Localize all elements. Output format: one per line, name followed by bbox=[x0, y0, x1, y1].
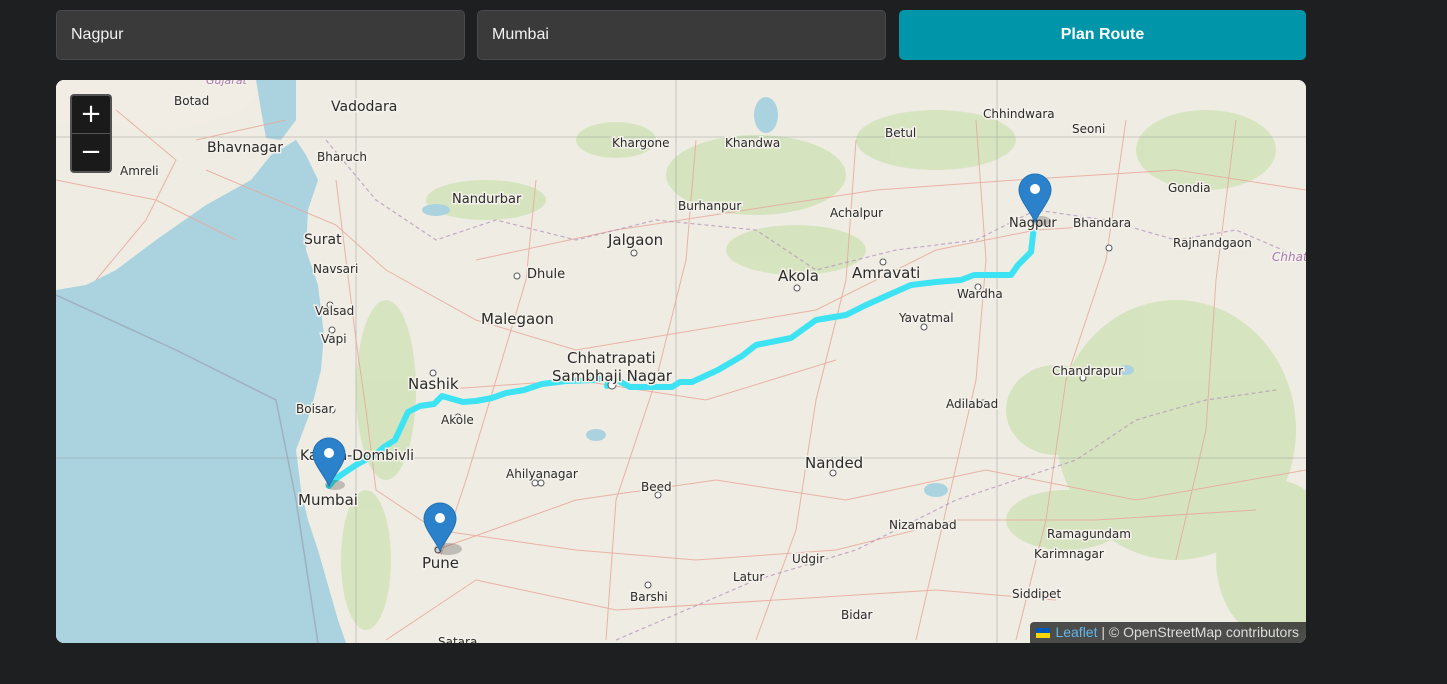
label-karimnagar: Karimnagar bbox=[1034, 547, 1104, 561]
label-bhavnagar: Bhavnagar bbox=[207, 140, 283, 156]
label-chhindwara: Chhindwara bbox=[983, 107, 1055, 121]
label-khandwa: Khandwa bbox=[725, 136, 780, 150]
label-ahilyanagar: Ahilyanagar bbox=[506, 467, 578, 481]
label-dhule: Dhule bbox=[527, 267, 565, 282]
label-wardha: Wardha bbox=[957, 287, 1003, 301]
label-gondia: Gondia bbox=[1168, 181, 1211, 195]
zoom-out-button[interactable]: − bbox=[72, 133, 110, 171]
label-valsad: Valsad bbox=[315, 304, 354, 318]
map-tiles: Gujarat Botad Vadodara Bhavnagar Amreli … bbox=[56, 80, 1306, 643]
label-amravati: Amravati bbox=[852, 264, 920, 282]
label-chhatt: Chhatt bbox=[1272, 250, 1306, 264]
label-nashik: Nashik bbox=[408, 375, 459, 393]
label-malegaon: Malegaon bbox=[481, 310, 554, 328]
label-bhandara: Bhandara bbox=[1073, 216, 1131, 230]
label-akola: Akola bbox=[778, 267, 819, 285]
label-akole: Akole bbox=[441, 413, 474, 427]
label-mumbai: Mumbai bbox=[298, 491, 358, 509]
label-ramagundam: Ramagundam bbox=[1047, 527, 1131, 541]
label-sambhaji: Sambhaji Nagar bbox=[552, 367, 673, 385]
label-beed: Beed bbox=[641, 480, 672, 494]
label-adilabad: Adilabad bbox=[946, 397, 998, 411]
label-chandrapur: Chandrapur bbox=[1052, 364, 1123, 378]
plan-route-button[interactable]: Plan Route bbox=[899, 10, 1306, 60]
label-yavatmal: Yavatmal bbox=[898, 311, 954, 325]
zoom-in-button[interactable]: + bbox=[72, 96, 110, 133]
label-chhatrapati: Chhatrapati bbox=[567, 349, 656, 367]
label-navsari: Navsari bbox=[313, 262, 358, 276]
label-satara: Satara bbox=[438, 635, 477, 643]
leaflet-link[interactable]: Leaflet bbox=[1055, 624, 1097, 640]
label-siddipet: Siddipet bbox=[1012, 587, 1062, 601]
label-betul: Betul bbox=[885, 126, 916, 140]
label-pune: Pune bbox=[422, 554, 459, 572]
route-map[interactable]: Gujarat Botad Vadodara Bhavnagar Amreli … bbox=[56, 80, 1306, 643]
label-jalgaon: Jalgaon bbox=[607, 231, 663, 249]
map-attribution: Leaflet | © OpenStreetMap contributors bbox=[1030, 622, 1306, 643]
label-vapi: Vapi bbox=[321, 332, 347, 346]
label-vadodara: Vadodara bbox=[331, 99, 397, 115]
origin-input[interactable]: Nagpur bbox=[56, 10, 465, 60]
label-nandurbar: Nandurbar bbox=[452, 192, 522, 207]
ukraine-flag-icon bbox=[1036, 628, 1051, 638]
label-barshi: Barshi bbox=[630, 590, 668, 604]
label-udgir: Udgir bbox=[792, 552, 824, 566]
label-boisar: Boisar bbox=[296, 402, 334, 416]
label-botad: Botad bbox=[174, 94, 209, 108]
zoom-control: + − bbox=[70, 94, 112, 173]
label-amreli: Amreli bbox=[120, 164, 159, 178]
label-khargone: Khargone bbox=[612, 136, 670, 150]
label-gujarat: Gujarat bbox=[206, 80, 248, 87]
destination-input[interactable]: Mumbai bbox=[477, 10, 886, 60]
label-achalpur: Achalpur bbox=[830, 206, 883, 220]
label-bidar: Bidar bbox=[841, 608, 873, 622]
label-nanded: Nanded bbox=[805, 454, 863, 472]
label-surat: Surat bbox=[304, 232, 342, 248]
attribution-text: | © OpenStreetMap contributors bbox=[1097, 624, 1299, 640]
label-bharuch: Bharuch bbox=[317, 150, 367, 164]
label-nizamabad: Nizamabad bbox=[889, 518, 957, 532]
label-rajnandgaon: Rajnandgaon bbox=[1173, 236, 1252, 250]
label-seoni: Seoni bbox=[1072, 122, 1105, 136]
label-latur: Latur bbox=[733, 570, 764, 584]
label-burhanpur: Burhanpur bbox=[678, 199, 741, 213]
